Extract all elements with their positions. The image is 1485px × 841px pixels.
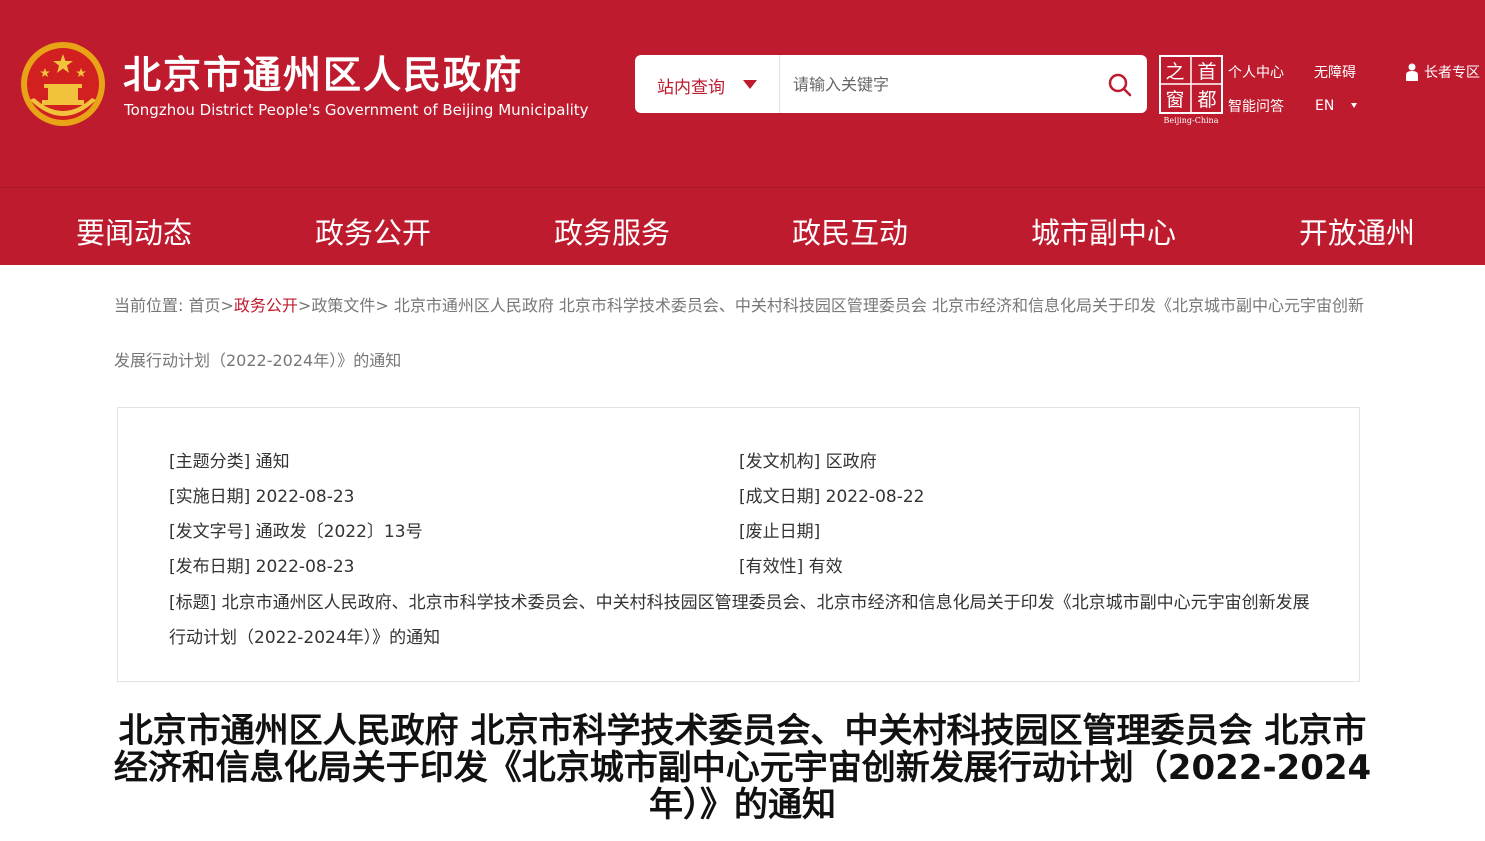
breadcrumb: 当前位置: 首页>政务公开>政策文件> 北京市通州区人民政府 北京市科学技术委员… xyxy=(114,278,1364,388)
nav-item-government-services[interactable]: 政务服务 xyxy=(554,210,670,252)
nav-item-sub-center[interactable]: 城市副中心 xyxy=(1031,210,1176,252)
info-abolish-date: [废止日期] xyxy=(739,522,821,542)
site-title[interactable]: 北京市通州区人民政府 xyxy=(123,44,523,99)
logo-char: 都 xyxy=(1197,89,1216,111)
main-nav: 要闻动态 政务公开 政务服务 政民互动 城市副中心 开放通州 xyxy=(0,187,1485,265)
info-doc-number: [发文字号] 通政发〔2022〕13号 xyxy=(169,522,423,542)
search-input[interactable] xyxy=(781,55,1091,113)
info-effective-date: [实施日期] 2022-08-23 xyxy=(169,487,355,507)
breadcrumb-category[interactable]: 政策文件 xyxy=(311,296,375,315)
site-title-english: Tongzhou District People's Government of… xyxy=(124,101,589,119)
info-topic: [主题分类] 通知 xyxy=(169,452,290,472)
breadcrumb-home[interactable]: 首页 xyxy=(188,296,220,315)
breadcrumb-separator: > xyxy=(297,296,312,315)
accessibility-link[interactable]: 无障碍 xyxy=(1314,62,1356,82)
site-header: 北京市通州区人民政府 Tongzhou District People's Go… xyxy=(0,0,1485,187)
info-issuer: [发文机构] 区政府 xyxy=(739,452,877,472)
caret-down-icon xyxy=(743,80,757,89)
breadcrumb-prefix: 当前位置: xyxy=(114,296,189,315)
language-switch[interactable]: EN xyxy=(1315,98,1334,114)
caret-down-icon xyxy=(1351,103,1357,108)
search-bar: 站内查询 xyxy=(635,55,1147,113)
info-creation-date: [成文日期] 2022-08-22 xyxy=(739,487,925,507)
document-metadata-box: [主题分类] 通知 [发文机构] 区政府 [实施日期] 2022-08-23 [… xyxy=(117,407,1360,682)
nav-item-open-tongzhou[interactable]: 开放通州 xyxy=(1299,210,1415,252)
info-validity: [有效性] 有效 xyxy=(739,557,843,577)
search-scope-label: 站内查询 xyxy=(657,78,725,98)
info-publish-date: [发布日期] 2022-08-23 xyxy=(169,557,355,577)
smart-qa-link[interactable]: 智能问答 xyxy=(1228,96,1284,116)
breadcrumb-section[interactable]: 政务公开 xyxy=(234,296,298,315)
nav-item-open-government[interactable]: 政务公开 xyxy=(315,210,431,252)
logo-char: 之 xyxy=(1165,61,1184,83)
breadcrumb-separator: > xyxy=(375,296,389,315)
logo-char: 首 xyxy=(1197,61,1216,83)
elder-person-icon xyxy=(1406,63,1418,81)
info-title: [标题] 北京市通州区人民政府、北京市科学技术委员会、中关村科技园区管理委员会、… xyxy=(169,593,1310,648)
logo-caption: Beijing-China xyxy=(1164,116,1219,125)
nav-item-news[interactable]: 要闻动态 xyxy=(76,210,192,252)
search-scope-dropdown[interactable]: 站内查询 xyxy=(635,55,780,113)
breadcrumb-separator: > xyxy=(220,296,234,315)
search-icon[interactable] xyxy=(1105,70,1135,100)
nav-item-interaction[interactable]: 政民互动 xyxy=(792,210,908,252)
article-title: 北京市通州区人民政府 北京市科学技术委员会、中关村科技园区管理委员会 北京市经济… xyxy=(113,711,1372,825)
elder-zone-link[interactable]: 长者专区 xyxy=(1424,62,1480,82)
capital-window-logo[interactable]: 之 首 窗 都 Beijing-China xyxy=(1159,55,1223,125)
logo-char: 窗 xyxy=(1165,89,1184,111)
personal-center-link[interactable]: 个人中心 xyxy=(1228,62,1284,82)
national-emblem-icon[interactable] xyxy=(20,40,106,128)
